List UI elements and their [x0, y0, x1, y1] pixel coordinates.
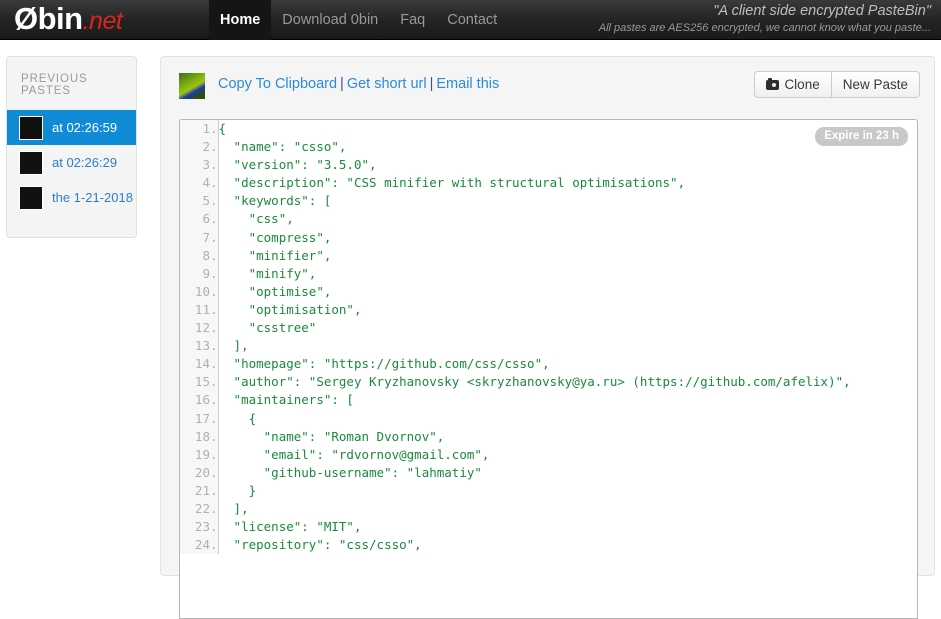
sidebar-item-paste-3[interactable]: the 1-21-2018: [7, 180, 136, 215]
paste-content-viewer[interactable]: Expire in 23 h 1. 2. 3. 4. 5. 6. 7. 8. 9…: [179, 119, 918, 619]
line-number-gutter: 1. 2. 3. 4. 5. 6. 7. 8. 9. 10. 11. 12. 1…: [180, 120, 219, 555]
clone-button-label: Clone: [784, 77, 820, 92]
nav-item-contact-label: Contact: [447, 12, 498, 28]
paste-action-links: Copy To Clipboard | Get short url | Email th…: [218, 72, 499, 96]
copy-to-clipboard-link[interactable]: Copy To Clipboard: [218, 76, 337, 92]
tagline-primary: "A client side encrypted PasteBin": [713, 3, 931, 19]
sidebar-item-paste-1-label: at 02:26:59: [52, 120, 118, 135]
new-paste-button-label: New Paste: [842, 77, 908, 92]
logo-tld-text: .net: [82, 7, 123, 35]
previous-pastes-sidebar: PREVIOUS PASTES at 02:26:59 at 02:26:29 …: [6, 56, 137, 238]
nav-item-faq-label: Faq: [400, 12, 426, 28]
link-separator-1: |: [340, 76, 344, 92]
nav-item-home-label: Home: [220, 12, 261, 28]
code-table: 1. 2. 3. 4. 5. 6. 7. 8. 9. 10. 11. 12. 1…: [180, 120, 917, 555]
link-separator-2: |: [429, 76, 434, 92]
sidebar-title: PREVIOUS PASTES: [21, 73, 88, 97]
sidebar-item-paste-1[interactable]: at 02:26:59: [7, 110, 136, 145]
new-paste-button[interactable]: New Paste: [830, 71, 920, 98]
paste-main-panel: Copy To Clipboard | Get short url | Email th…: [160, 56, 935, 619]
nav-item-download-label: Download 0bin: [282, 12, 379, 28]
site-logo[interactable]: Øbin.net: [14, 0, 123, 41]
sidebar-item-paste-2-label: at 02:26:29: [52, 155, 118, 170]
nav-item-faq[interactable]: Faq: [389, 0, 436, 40]
clone-button[interactable]: Clone: [754, 71, 831, 98]
expire-badge: Expire in 23 h: [815, 127, 908, 146]
paste-thumbnail-icon: [19, 185, 43, 210]
email-this-link[interactable]: Email this: [436, 76, 499, 92]
logo-main-text: Øbin: [14, 1, 83, 36]
nav-item-download[interactable]: Download 0bin: [271, 0, 389, 40]
site-tagline: "A client side encrypted PasteBin" All p…: [599, 2, 931, 35]
paste-thumbnail-icon: [19, 115, 43, 140]
code-content[interactable]: { "name": "csso", "version": "3.5.0", "d…: [218, 120, 917, 554]
sidebar-item-paste-2[interactable]: at 02:26:29: [7, 145, 136, 180]
nav-links: Home Download 0bin Faq Contact: [209, 0, 508, 40]
get-short-url-link[interactable]: Get short url: [347, 76, 427, 92]
tagline-secondary: All pastes are AES256 encrypted, we cann…: [598, 22, 931, 34]
nav-item-home[interactable]: Home: [209, 0, 272, 40]
sidebar-item-paste-3-label: the 1-21-2018: [52, 190, 133, 205]
paste-toolbar: Copy To Clipboard | Get short url | Email th…: [161, 57, 934, 115]
camera-icon: [766, 77, 780, 90]
paste-button-group: Clone New Paste: [754, 71, 920, 98]
top-navbar: Øbin.net Home Download 0bin Faq Contact …: [0, 0, 941, 40]
paste-identicon-icon: [179, 73, 205, 99]
paste-thumbnail-icon: [19, 150, 43, 175]
nav-item-contact[interactable]: Contact: [436, 0, 508, 40]
